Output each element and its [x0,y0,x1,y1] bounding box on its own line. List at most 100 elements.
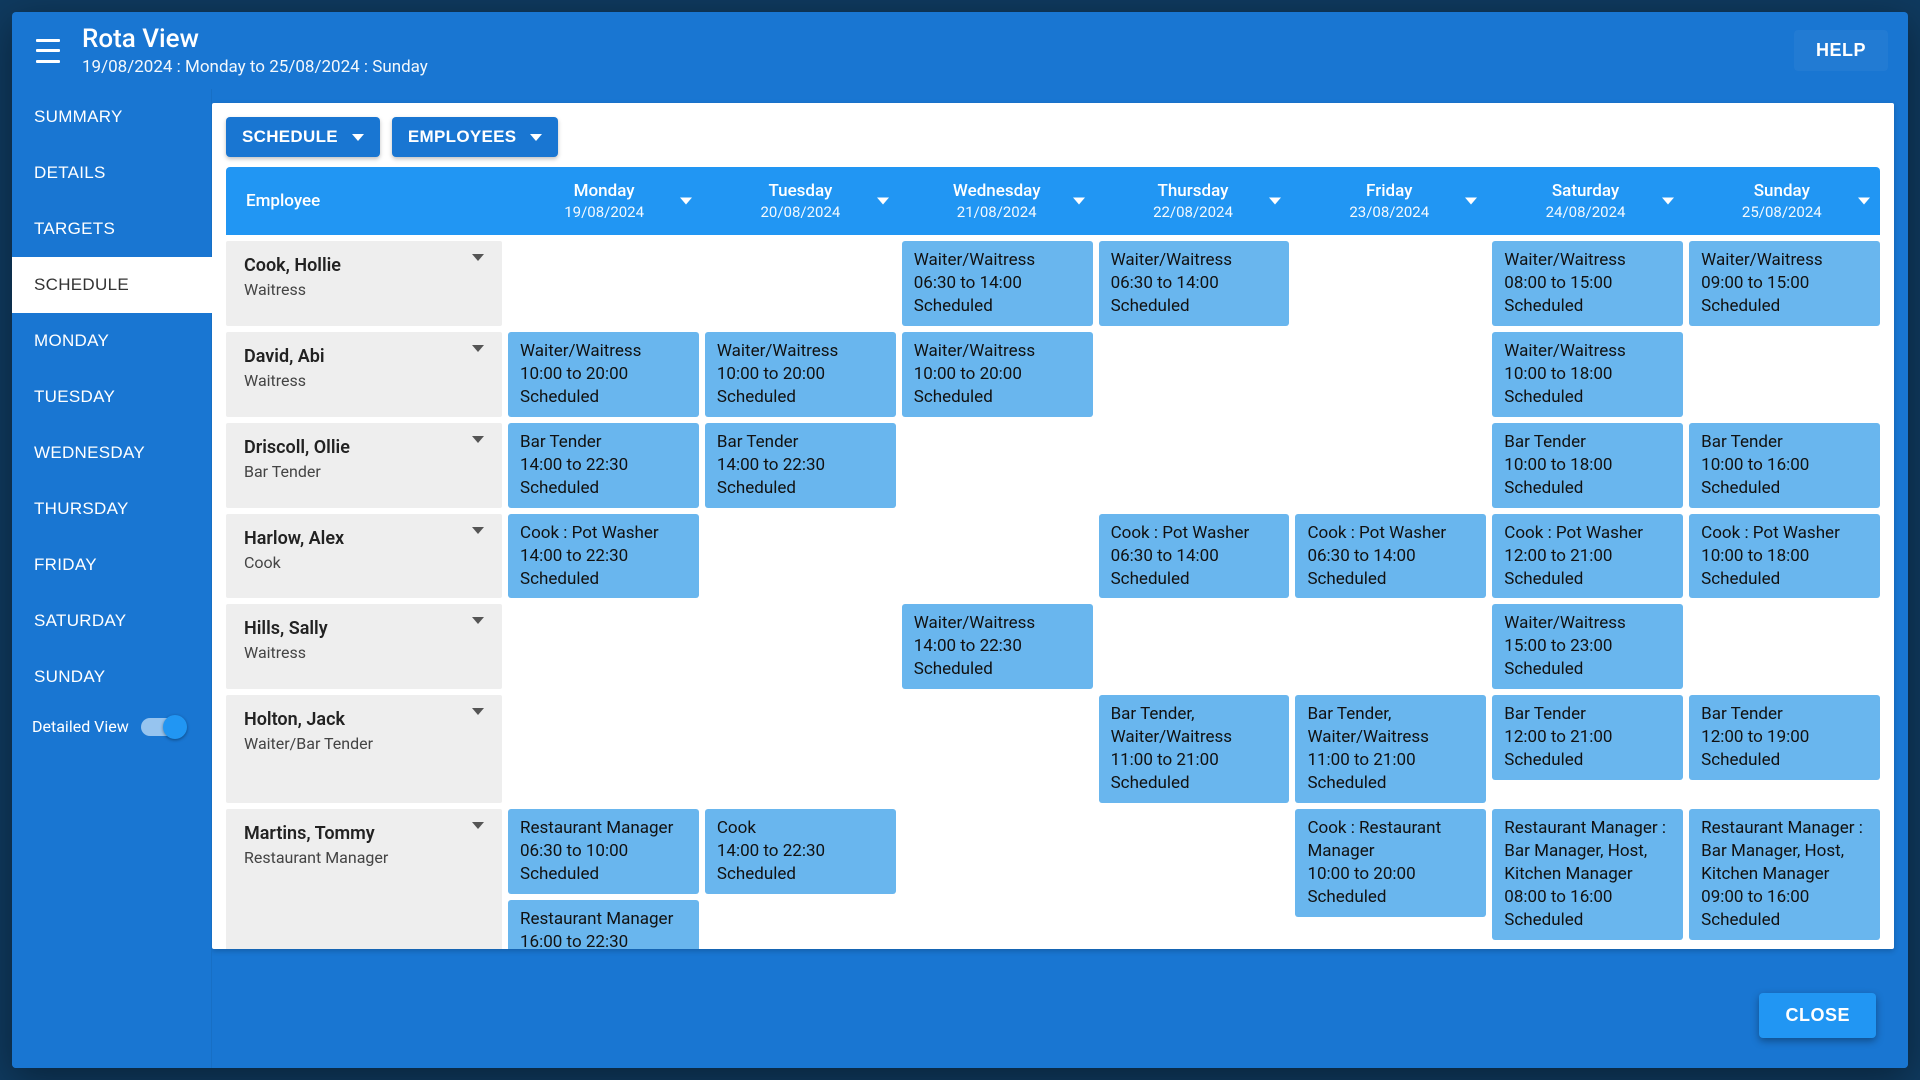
day-cell[interactable] [902,695,1093,803]
expand-employee[interactable] [472,261,484,280]
day-cell[interactable] [1295,423,1486,508]
detailed-view-switch[interactable] [141,718,185,736]
grid-scroll[interactable]: EmployeeMonday19/08/2024Tuesday20/08/202… [212,167,1894,949]
day-cell[interactable]: Waiter/Waitress14:00 to 22:30Scheduled [902,604,1093,689]
day-cell[interactable]: Waiter/Waitress06:30 to 14:00Scheduled [1099,241,1290,326]
shift-card[interactable]: Waiter/Waitress08:00 to 15:00Scheduled [1492,241,1683,326]
employee-cell[interactable]: David, AbiWaitress [226,332,502,417]
day-cell[interactable] [902,809,1093,949]
employee-cell[interactable]: Cook, HollieWaitress [226,241,502,326]
shift-card[interactable]: Bar Tender12:00 to 19:00Scheduled [1689,695,1880,780]
col-saturday[interactable]: Saturday24/08/2024 [1487,167,1683,235]
sidebar-item-targets[interactable]: TARGETS [12,201,212,257]
day-cell[interactable] [902,514,1093,599]
shift-card[interactable]: Cook : Pot Washer06:30 to 14:00Scheduled [1295,514,1486,599]
shift-card[interactable]: Bar Tender14:00 to 22:30Scheduled [705,423,896,508]
shift-card[interactable]: Cook14:00 to 22:30Scheduled [705,809,896,894]
menu-button[interactable] [24,27,72,75]
sidebar-item-schedule[interactable]: SCHEDULE [12,257,212,313]
day-cell[interactable]: Bar Tender10:00 to 16:00Scheduled [1689,423,1880,508]
day-cell[interactable] [705,241,896,326]
shift-card[interactable]: Restaurant Manager : Bar Manager, Host, … [1492,809,1683,940]
day-cell[interactable] [1099,604,1290,689]
shift-card[interactable]: Waiter/Waitress10:00 to 20:00Scheduled [902,332,1093,417]
col-sunday[interactable]: Sunday25/08/2024 [1684,167,1880,235]
sidebar-item-details[interactable]: DETAILS [12,145,212,201]
day-cell[interactable]: Bar Tender, Waiter/Waitress11:00 to 21:0… [1295,695,1486,803]
day-cell[interactable] [705,695,896,803]
day-cell[interactable] [1295,332,1486,417]
day-cell[interactable]: Waiter/Waitress15:00 to 23:00Scheduled [1492,604,1683,689]
shift-card[interactable]: Bar Tender, Waiter/Waitress11:00 to 21:0… [1295,695,1486,803]
shift-card[interactable]: Cook : Restaurant Manager10:00 to 20:00S… [1295,809,1486,917]
day-cell[interactable]: Cook : Pot Washer10:00 to 18:00Scheduled [1689,514,1880,599]
employee-cell[interactable]: Holton, JackWaiter/Bar Tender [226,695,502,803]
schedule-dropdown[interactable]: SCHEDULE [226,117,380,157]
shift-card[interactable]: Waiter/Waitress14:00 to 22:30Scheduled [902,604,1093,689]
day-cell[interactable]: Waiter/Waitress10:00 to 20:00Scheduled [508,332,699,417]
day-cell[interactable]: Waiter/Waitress10:00 to 18:00Scheduled [1492,332,1683,417]
col-tuesday[interactable]: Tuesday20/08/2024 [702,167,898,235]
sidebar-item-monday[interactable]: MONDAY [12,313,212,369]
col-monday[interactable]: Monday19/08/2024 [506,167,702,235]
sidebar-item-friday[interactable]: FRIDAY [12,537,212,593]
day-cell[interactable] [1689,332,1880,417]
shift-card[interactable]: Bar Tender10:00 to 18:00Scheduled [1492,423,1683,508]
day-cell[interactable] [1689,604,1880,689]
day-cell[interactable]: Bar Tender12:00 to 21:00Scheduled [1492,695,1683,803]
col-friday[interactable]: Friday23/08/2024 [1291,167,1487,235]
day-cell[interactable]: Waiter/Waitress10:00 to 20:00Scheduled [705,332,896,417]
shift-card[interactable]: Cook : Pot Washer12:00 to 21:00Scheduled [1492,514,1683,599]
sidebar-item-tuesday[interactable]: TUESDAY [12,369,212,425]
expand-employee[interactable] [472,624,484,643]
shift-card[interactable]: Bar Tender, Waiter/Waitress11:00 to 21:0… [1099,695,1290,803]
shift-card[interactable]: Waiter/Waitress10:00 to 20:00Scheduled [705,332,896,417]
employees-dropdown[interactable]: EMPLOYEES [392,117,559,157]
sidebar-item-thursday[interactable]: THURSDAY [12,481,212,537]
sidebar-item-saturday[interactable]: SATURDAY [12,593,212,649]
shift-card[interactable]: Cook : Pot Washer14:00 to 22:30Scheduled [508,514,699,599]
employee-cell[interactable]: Hills, SallyWaitress [226,604,502,689]
day-cell[interactable] [705,514,896,599]
sidebar-item-wednesday[interactable]: WEDNESDAY [12,425,212,481]
day-cell[interactable]: Cook : Pot Washer06:30 to 14:00Scheduled [1295,514,1486,599]
shift-card[interactable]: Cook : Pot Washer10:00 to 18:00Scheduled [1689,514,1880,599]
day-cell[interactable]: Bar Tender12:00 to 19:00Scheduled [1689,695,1880,803]
expand-employee[interactable] [472,829,484,848]
day-cell[interactable] [1295,241,1486,326]
sidebar-item-summary[interactable]: SUMMARY [12,89,212,145]
shift-card[interactable]: Bar Tender10:00 to 16:00Scheduled [1689,423,1880,508]
shift-card[interactable]: Waiter/Waitress10:00 to 20:00Scheduled [508,332,699,417]
day-cell[interactable] [508,604,699,689]
close-button[interactable]: CLOSE [1759,993,1876,1038]
col-wednesday[interactable]: Wednesday21/08/2024 [899,167,1095,235]
day-cell[interactable] [1099,332,1290,417]
shift-card[interactable]: Waiter/Waitress06:30 to 14:00Scheduled [902,241,1093,326]
day-cell[interactable]: Bar Tender10:00 to 18:00Scheduled [1492,423,1683,508]
shift-card[interactable]: Restaurant Manager16:00 to 22:30Schedule… [508,900,699,949]
employee-cell[interactable]: Harlow, AlexCook [226,514,502,599]
shift-card[interactable]: Waiter/Waitress15:00 to 23:00Scheduled [1492,604,1683,689]
day-cell[interactable]: Restaurant Manager06:30 to 10:00Schedule… [508,809,699,949]
day-cell[interactable] [1099,423,1290,508]
shift-card[interactable]: Waiter/Waitress10:00 to 18:00Scheduled [1492,332,1683,417]
day-cell[interactable]: Waiter/Waitress06:30 to 14:00Scheduled [902,241,1093,326]
day-cell[interactable]: Bar Tender, Waiter/Waitress11:00 to 21:0… [1099,695,1290,803]
day-cell[interactable]: Cook : Restaurant Manager10:00 to 20:00S… [1295,809,1486,949]
col-thursday[interactable]: Thursday22/08/2024 [1095,167,1291,235]
expand-employee[interactable] [472,443,484,462]
day-cell[interactable]: Cook : Pot Washer06:30 to 14:00Scheduled [1099,514,1290,599]
day-cell[interactable] [902,423,1093,508]
sidebar-item-sunday[interactable]: SUNDAY [12,649,212,705]
day-cell[interactable]: Bar Tender14:00 to 22:30Scheduled [508,423,699,508]
help-button[interactable]: HELP [1794,30,1888,71]
employee-cell[interactable]: Driscoll, OllieBar Tender [226,423,502,508]
day-cell[interactable]: Cook14:00 to 22:30Scheduled [705,809,896,949]
expand-employee[interactable] [472,715,484,734]
shift-card[interactable]: Waiter/Waitress06:30 to 14:00Scheduled [1099,241,1290,326]
day-cell[interactable] [705,604,896,689]
day-cell[interactable] [508,695,699,803]
day-cell[interactable]: Waiter/Waitress09:00 to 15:00Scheduled [1689,241,1880,326]
expand-employee[interactable] [472,534,484,553]
day-cell[interactable]: Restaurant Manager : Bar Manager, Host, … [1492,809,1683,949]
